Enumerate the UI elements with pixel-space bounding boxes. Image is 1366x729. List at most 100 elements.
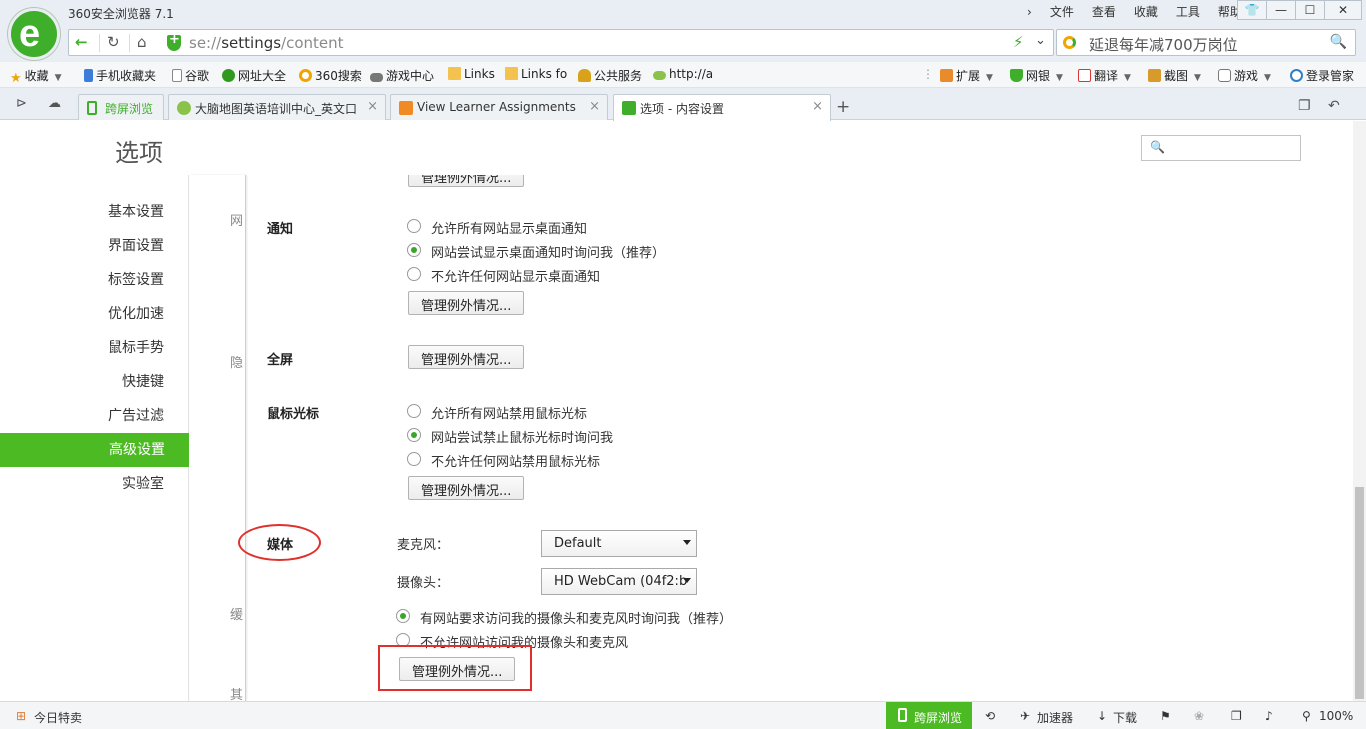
scrollbar-thumb[interactable] bbox=[1355, 487, 1364, 699]
maximize-button[interactable]: ☐ bbox=[1295, 0, 1324, 20]
cursor-allow-all[interactable]: 允许所有网站禁用鼠标光标 bbox=[407, 403, 587, 422]
search-icon[interactable]: 🔍 bbox=[1330, 34, 1347, 50]
radio-button[interactable] bbox=[407, 243, 421, 257]
cursor-manage-exceptions-button[interactable]: 管理例外情况... bbox=[408, 476, 525, 500]
notification-block-all[interactable]: 不允许任何网站显示桌面通知 bbox=[407, 266, 600, 285]
bookmark-http[interactable]: http://a bbox=[653, 67, 713, 81]
radio-button[interactable] bbox=[407, 404, 421, 418]
phone-icon bbox=[87, 101, 97, 115]
cursor-ask[interactable]: 网站尝试禁止鼠标光标时询问我 bbox=[407, 427, 613, 446]
volume-icon[interactable]: ♪ bbox=[1265, 709, 1273, 723]
notification-ask[interactable]: 网站尝试显示桌面通知时询问我（推荐） bbox=[407, 242, 665, 261]
sidebar-item-adblock[interactable]: 广告过滤 bbox=[0, 399, 164, 433]
home-icon[interactable]: ⌂ bbox=[137, 33, 147, 51]
menu-chevron-icon[interactable]: › bbox=[1018, 4, 1041, 20]
address-bar[interactable]: ← ↻ ⌂ se://settings/content ⚡ ⌄ bbox=[68, 29, 1054, 56]
sidebar-item-mouse-gesture[interactable]: 鼠标手势 bbox=[0, 331, 164, 365]
accelerator-button[interactable]: 加速器 bbox=[1037, 709, 1073, 726]
cloud-icon[interactable]: ☁ bbox=[48, 96, 61, 111]
today-deals-link[interactable]: 今日特卖 bbox=[34, 709, 82, 726]
sidebar-item-basic[interactable]: 基本设置 bbox=[0, 195, 164, 229]
tab-cross-screen[interactable]: 跨屏浏览 bbox=[78, 94, 164, 120]
tab-list-icon[interactable]: ❐ bbox=[1298, 98, 1311, 114]
page-header: 选项 🔍 bbox=[0, 121, 1366, 175]
browser-logo-icon[interactable]: e bbox=[8, 8, 60, 60]
window-controls: 👕 — ☐ ✕ bbox=[1237, 0, 1362, 20]
bookmark-360search[interactable]: 360搜索 bbox=[299, 67, 362, 84]
games-button[interactable]: 游戏 ▼ bbox=[1218, 67, 1271, 84]
bookmark-public-service[interactable]: 公共服务 bbox=[578, 67, 642, 84]
tab-brainmap[interactable]: 大脑地图英语培训中心_英文口语 × bbox=[168, 94, 386, 120]
window-icon[interactable]: ❐ bbox=[1231, 709, 1242, 723]
speed-mode-icon[interactable]: ⚡ bbox=[1013, 33, 1024, 51]
sidebar-item-tabs[interactable]: 标签设置 bbox=[0, 263, 164, 297]
bookmark-links-fo[interactable]: Links fo bbox=[505, 67, 567, 81]
sidebar-item-interface[interactable]: 界面设置 bbox=[0, 229, 164, 263]
radio-button[interactable] bbox=[407, 267, 421, 281]
download-button[interactable]: 下载 bbox=[1113, 709, 1137, 726]
fullscreen-manage-exceptions-button[interactable]: 管理例外情况... bbox=[408, 345, 525, 369]
camera-select[interactable]: HD WebCam (04f2:b bbox=[541, 568, 697, 595]
close-button[interactable]: ✕ bbox=[1324, 0, 1362, 20]
close-tab-icon[interactable]: × bbox=[812, 99, 823, 114]
sidebar-toggle-icon[interactable]: ⊳ bbox=[16, 96, 27, 111]
login-manager-button[interactable]: 登录管家 bbox=[1290, 67, 1354, 84]
sidebar-item-shortcuts[interactable]: 快捷键 bbox=[0, 365, 164, 399]
menu-tools[interactable]: 工具 bbox=[1167, 4, 1209, 20]
search-input[interactable]: 延退每年减700万岗位 bbox=[1089, 34, 1238, 55]
microphone-select[interactable]: Default bbox=[541, 530, 697, 557]
sidebar-item-advanced[interactable]: 高级设置 bbox=[0, 433, 189, 467]
radio-button[interactable] bbox=[396, 609, 410, 623]
ebank-button[interactable]: 网银 ▼ bbox=[1010, 67, 1063, 84]
sidebar-item-optimize[interactable]: 优化加速 bbox=[0, 297, 164, 331]
screenshot-button[interactable]: 截图 ▼ bbox=[1148, 67, 1201, 84]
bookmark-hao[interactable]: 网址大全 bbox=[222, 67, 286, 84]
settings-sidebar: 基本设置 界面设置 标签设置 优化加速 鼠标手势 快捷键 广告过滤 高级设置 实… bbox=[0, 175, 189, 701]
tab-learner-assignments[interactable]: View Learner Assignments × bbox=[390, 94, 608, 120]
notification-allow-all[interactable]: 允许所有网站显示桌面通知 bbox=[407, 218, 587, 237]
radio-button[interactable] bbox=[407, 428, 421, 442]
url-text[interactable]: se://settings/content bbox=[189, 34, 344, 52]
search-box[interactable]: 延退每年减700万岗位 🔍 bbox=[1056, 29, 1356, 56]
new-tab-button[interactable]: + bbox=[836, 97, 850, 117]
sidebar-item-lab[interactable]: 实验室 bbox=[0, 467, 164, 501]
refresh-circle-icon[interactable]: ⟲ bbox=[985, 709, 995, 723]
menu-file[interactable]: 文件 bbox=[1041, 4, 1083, 20]
zoom-level[interactable]: 100% bbox=[1319, 709, 1353, 723]
page-icon bbox=[172, 69, 182, 82]
close-tab-icon[interactable]: × bbox=[589, 99, 600, 114]
media-ask[interactable]: 有网站要求访问我的摄像头和麦克风时询问我（推荐） bbox=[396, 608, 732, 627]
bookmarks-bar: ★ 收藏 ▼ 手机收藏夹 谷歌 网址大全 360搜索 游戏中心 Links Link… bbox=[0, 62, 1366, 88]
notification-manage-exceptions-button[interactable]: 管理例外情况... bbox=[408, 291, 525, 315]
undo-close-icon[interactable]: ↶ bbox=[1328, 98, 1340, 114]
menu-view[interactable]: 查看 bbox=[1083, 4, 1125, 20]
page-scrollbar[interactable] bbox=[1353, 121, 1366, 701]
close-tab-icon[interactable]: × bbox=[367, 99, 378, 114]
translate-button[interactable]: 翻译 ▼ bbox=[1078, 67, 1131, 84]
settings-search-input[interactable]: 🔍 bbox=[1141, 135, 1301, 161]
cursor-block-all[interactable]: 不允许任何网站禁用鼠标光标 bbox=[407, 451, 600, 470]
bookmark-game-center[interactable]: 游戏中心 bbox=[370, 67, 434, 84]
bookmark-links[interactable]: Links bbox=[448, 67, 495, 81]
bookmark-mobile[interactable]: 手机收藏夹 bbox=[84, 67, 156, 84]
tab-options-content[interactable]: 选项 - 内容设置 × bbox=[613, 94, 831, 121]
cross-screen-button[interactable]: 跨屏浏览 bbox=[886, 702, 972, 729]
site-favicon-icon bbox=[177, 101, 191, 115]
download-icon: ↓ bbox=[1097, 709, 1108, 723]
extensions-button[interactable]: 扩展 ▼ bbox=[940, 67, 993, 84]
tab-bar: ⊳ ☁ 跨屏浏览 大脑地图英语培训中心_英文口语 × View Learner … bbox=[0, 88, 1366, 121]
bookmark-google[interactable]: 谷歌 bbox=[172, 67, 209, 84]
web-icon bbox=[653, 71, 666, 80]
menu-favorites[interactable]: 收藏 bbox=[1125, 4, 1167, 20]
minimize-button[interactable]: — bbox=[1266, 0, 1295, 20]
radio-button[interactable] bbox=[407, 452, 421, 466]
back-icon[interactable]: ← bbox=[75, 33, 88, 51]
reload-icon[interactable]: ↻ bbox=[107, 33, 120, 51]
radio-button[interactable] bbox=[407, 219, 421, 233]
skin-icon[interactable]: 👕 bbox=[1237, 0, 1266, 20]
flag-icon[interactable]: ⚑ bbox=[1160, 709, 1171, 723]
chevron-down-icon[interactable]: ⌄ bbox=[1035, 33, 1046, 48]
leaf-icon[interactable]: ❀ bbox=[1194, 709, 1204, 723]
manage-exceptions-button[interactable]: 管理例外情况... bbox=[408, 175, 525, 187]
bookmark-favorites[interactable]: ★ 收藏 ▼ bbox=[10, 67, 62, 86]
